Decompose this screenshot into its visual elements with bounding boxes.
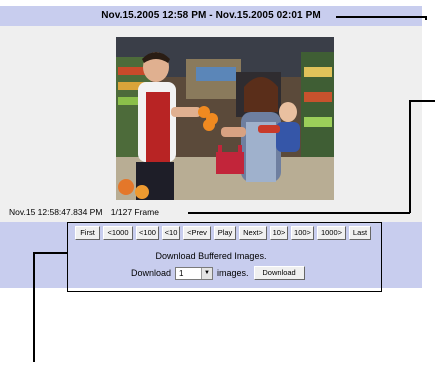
frame-timestamp: Nov.15 12:58:47.834 PM (9, 207, 103, 217)
callout-line-frame (188, 212, 410, 214)
callout-line-header (336, 16, 426, 18)
callout-line-frame-top (409, 100, 435, 102)
callout-line-header-tip (425, 16, 427, 20)
callout-line-nav (33, 252, 68, 254)
callout-box (67, 222, 382, 292)
callout-line-frame-vertical (409, 100, 411, 213)
frame-counter: 1/127 Frame (110, 207, 159, 217)
callout-line-nav-vertical (33, 252, 35, 362)
camera-image (116, 37, 334, 200)
frame-info: Nov.15 12:58:47.834 PM 1/127 Frame (9, 207, 165, 217)
camera-still-icon (116, 37, 334, 200)
